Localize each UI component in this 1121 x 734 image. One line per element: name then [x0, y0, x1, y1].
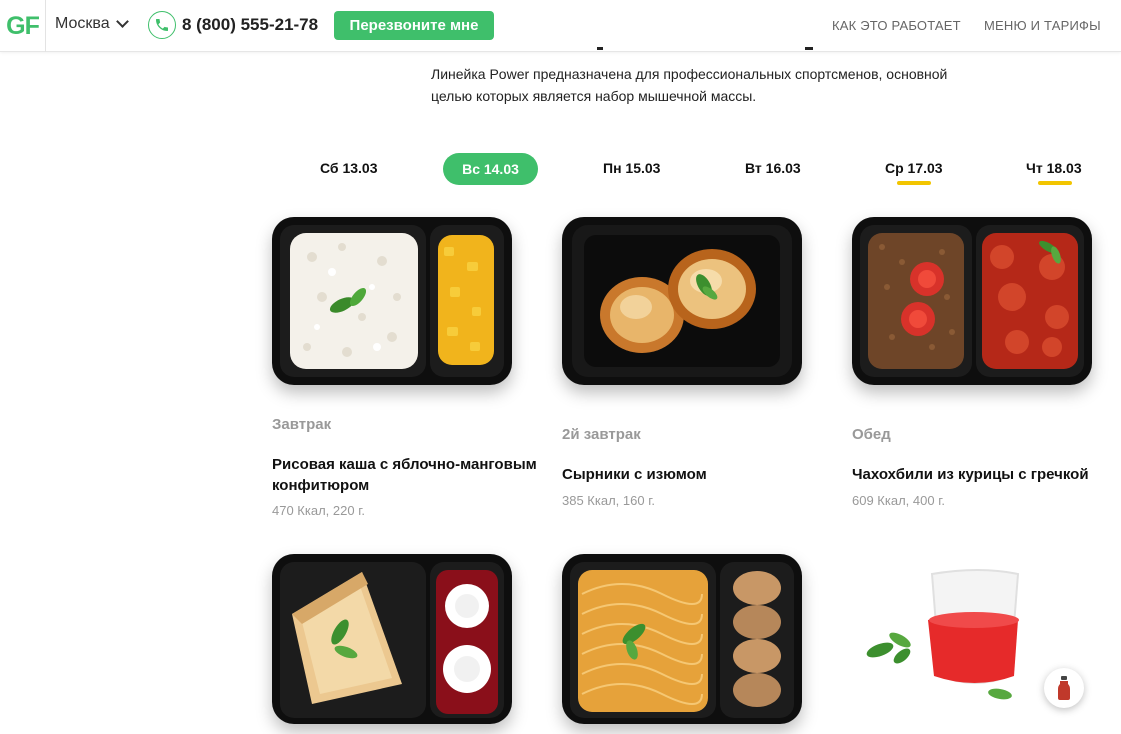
- meal-image-syrniki[interactable]: [562, 217, 802, 385]
- day-underline: [897, 181, 931, 185]
- meal-image-pancakes[interactable]: [272, 554, 512, 724]
- line-description: Линейка Power предназначена для професси…: [431, 66, 948, 104]
- meal-name[interactable]: Рисовая каша с яблочно-манговым конфитюр…: [272, 454, 557, 496]
- meal-image-spaghetti[interactable]: [562, 554, 802, 724]
- site-header: GF Москва 8 (800) 555-21-78 Перезвоните …: [0, 0, 1121, 52]
- day-tab-sun[interactable]: Вс 14.03: [443, 153, 538, 185]
- meal-type-label: Обед: [852, 426, 891, 443]
- drink-image: [860, 560, 1040, 710]
- nav-how-it-works[interactable]: КАК ЭТО РАБОТАЕТ: [832, 18, 961, 33]
- cut-text-fragment: [805, 47, 813, 50]
- phone-number: 8 (800) 555-21-78: [182, 15, 319, 34]
- city-selector[interactable]: Москва: [55, 15, 129, 33]
- chevron-down-icon: [115, 15, 129, 28]
- juice-bottle-icon[interactable]: [1044, 668, 1084, 708]
- callback-button[interactable]: Перезвоните мне: [334, 11, 494, 40]
- phone-block[interactable]: 8 (800) 555-21-78: [148, 11, 318, 39]
- meal-info: 385 Ккал, 160 г.: [562, 493, 655, 508]
- logo[interactable]: GF: [0, 0, 46, 52]
- day-tab-tue[interactable]: Вт 16.03: [745, 160, 801, 176]
- day-tab-sat[interactable]: Сб 13.03: [320, 160, 378, 176]
- meal-name[interactable]: Чахохбили из курицы с гречкой: [852, 464, 1117, 485]
- day-tab-mon[interactable]: Пн 15.03: [603, 160, 660, 176]
- day-underline: [1038, 181, 1072, 185]
- meal-info: 609 Ккал, 400 г.: [852, 493, 945, 508]
- city-label: Москва: [55, 15, 110, 32]
- day-tab-wed[interactable]: Ср 17.03: [885, 160, 943, 176]
- meal-name[interactable]: Сырники с изюмом: [562, 464, 832, 485]
- meal-type-label: Завтрак: [272, 416, 332, 433]
- meal-info: 470 Ккал, 220 г.: [272, 503, 365, 518]
- nav-menu-tariffs[interactable]: МЕНЮ И ТАРИФЫ: [984, 18, 1101, 33]
- meal-image-rice-porridge[interactable]: [272, 217, 512, 385]
- logo-text: GF: [6, 11, 40, 40]
- meal-image-chakhokhbili[interactable]: [852, 217, 1092, 385]
- phone-icon: [148, 11, 176, 39]
- day-tab-thu[interactable]: Чт 18.03: [1026, 160, 1082, 176]
- cut-text-fragment: [597, 47, 603, 50]
- meal-type-label: 2й завтрак: [562, 426, 641, 443]
